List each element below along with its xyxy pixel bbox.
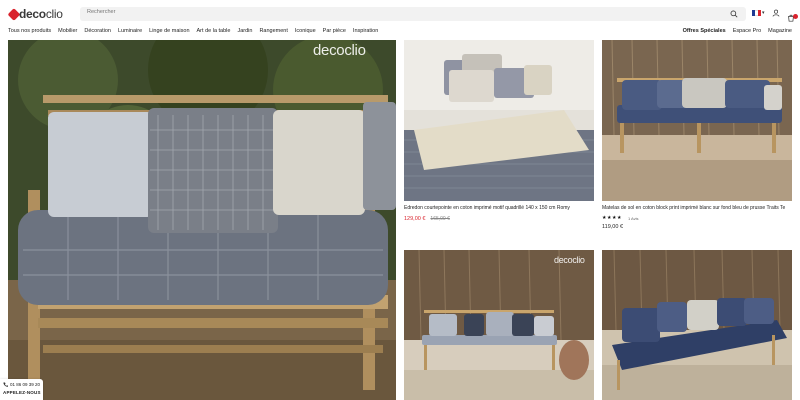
phone-icon (3, 382, 8, 387)
flag-fr-icon (752, 10, 761, 16)
logo-text: decoclio (19, 7, 63, 21)
nav-espace-pro[interactable]: Espace Pro (733, 28, 761, 34)
product-watermark: decoclio (554, 255, 585, 265)
bench-cushions-photo (8, 40, 396, 400)
nav-item[interactable]: Art de la table (197, 28, 231, 34)
chevron-down-icon: ▾ (762, 10, 765, 16)
product-name[interactable]: Edredon courtepointe en coton imprimé mo… (404, 205, 570, 211)
search-icon[interactable] (730, 10, 738, 18)
product-image-edredon[interactable] (404, 40, 594, 201)
nav-item[interactable]: Inspiration (353, 28, 378, 34)
call-button[interactable]: APPELEZ-NOUS (3, 390, 41, 395)
nav-item[interactable]: Linge de maison (149, 28, 189, 34)
search-input[interactable] (87, 9, 687, 15)
nav-offres-speciales[interactable]: Offres Spéciales (683, 28, 726, 34)
product-card-edredon: Edredon courtepointe en coton imprimé mo… (404, 205, 570, 222)
nav-item[interactable]: Rangement (259, 28, 287, 34)
nav-item[interactable]: Jardin (237, 28, 252, 34)
sofa-photo (602, 40, 792, 201)
price-sale: 129,00 € (404, 216, 426, 222)
price-row: 129,00 € 165,00 € (404, 216, 570, 222)
review-count: 1 Avis (627, 215, 639, 221)
product-image-matelas[interactable] (602, 40, 792, 201)
bench-blue-photo (602, 250, 792, 400)
phone-row: 01 86 09 39 20 (3, 382, 40, 387)
site-header: decoclio ▾ Tous nos produitsMobilierDéc (0, 0, 800, 40)
language-selector[interactable]: ▾ (752, 10, 765, 16)
nav-item[interactable]: Décoration (84, 28, 111, 34)
price: 119,00 € (602, 224, 624, 230)
call-widget[interactable]: 01 86 09 39 20 APPELEZ-NOUS (0, 379, 43, 400)
nav-item[interactable]: Luminaire (118, 28, 142, 34)
product-image-bench[interactable]: decoclio (404, 250, 594, 400)
price-old: 165,00 € (430, 216, 450, 222)
phone-number[interactable]: 01 86 09 39 20 (10, 382, 40, 387)
cart-count-badge (792, 14, 798, 19)
header-icons: ▾ (752, 9, 798, 22)
nav-item[interactable]: Tous nos produits (8, 28, 51, 34)
cart-button[interactable] (787, 9, 798, 22)
rating-stars: ★★★★ (602, 215, 622, 221)
nav-item[interactable]: Par pièce (323, 28, 346, 34)
main-nav: Tous nos produits Mobilier Décoration Lumin… (8, 28, 385, 34)
nav-item[interactable]: Mobilier (58, 28, 77, 34)
search-bar[interactable] (80, 7, 746, 21)
hero-watermark: decoclio (313, 42, 366, 59)
product-name[interactable]: Matelas de sol en coton block print impr… (602, 205, 785, 211)
product-card-matelas: Matelas de sol en coton block print impr… (602, 205, 785, 230)
secondary-nav: Offres Spéciales Espace Pro Magazine (676, 28, 792, 34)
user-icon[interactable] (772, 9, 780, 17)
product-image-bench-blue[interactable] (602, 250, 792, 400)
hero-image[interactable]: decoclio (8, 40, 396, 400)
bench-photo (404, 250, 594, 400)
site-logo[interactable]: decoclio (7, 6, 63, 22)
nav-magazine[interactable]: Magazine (768, 28, 792, 34)
nav-item[interactable]: Iconique (295, 28, 316, 34)
rating[interactable]: ★★★★ 1 Avis (602, 215, 785, 221)
bed-photo (404, 40, 594, 201)
